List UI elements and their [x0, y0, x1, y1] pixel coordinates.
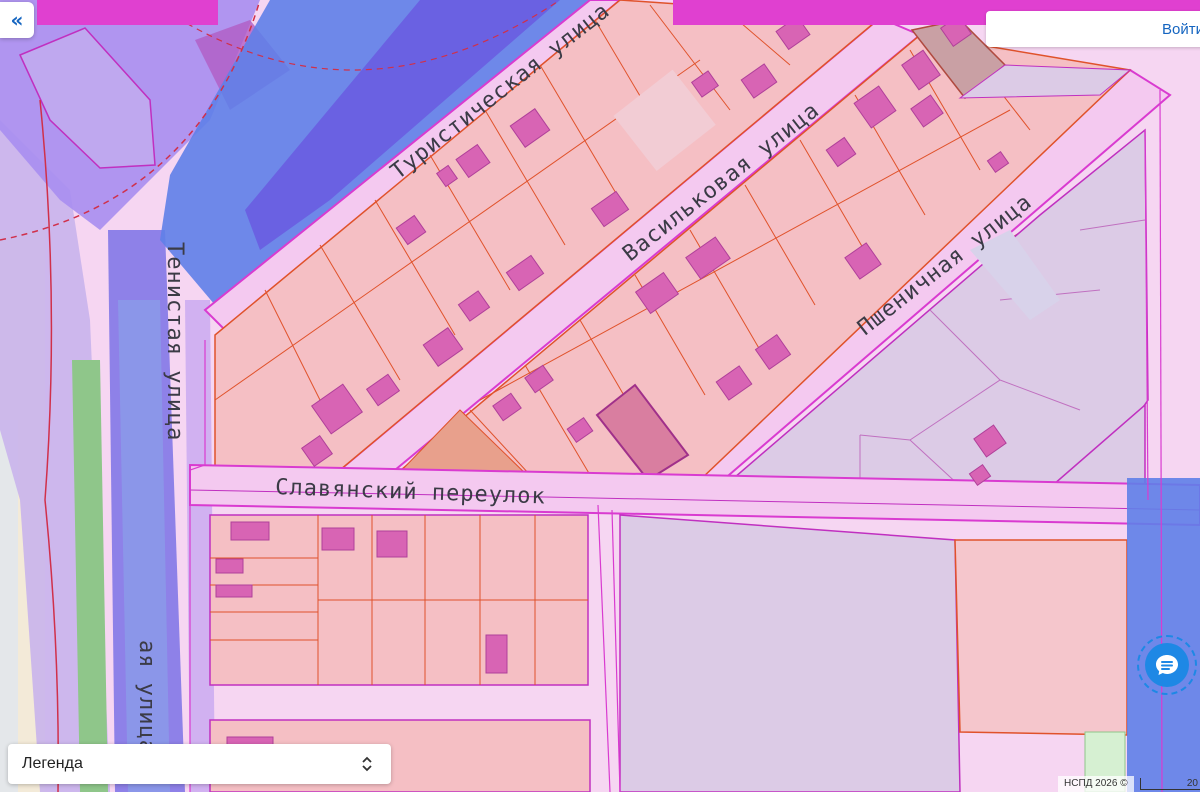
map-viewport[interactable]: Туристическая улица Васильковая улица Пш…: [0, 0, 1200, 792]
login-button[interactable]: Войти: [986, 11, 1200, 47]
cadastral-map[interactable]: Туристическая улица Васильковая улица Пш…: [0, 0, 1200, 792]
top-bar-left: [37, 0, 218, 25]
copyright-text: НСПД 2026 ©: [1058, 776, 1134, 792]
gray-zone-south[interactable]: [619, 514, 961, 792]
chat-button[interactable]: [1137, 635, 1197, 695]
large-parcel-southeast[interactable]: [954, 539, 1128, 736]
login-label: Войти: [1162, 20, 1200, 38]
street-label-tenistaya: Тенистая улица: [162, 242, 187, 441]
collapse-panel-button[interactable]: «: [0, 2, 34, 38]
legend-select[interactable]: Легенда: [8, 744, 391, 784]
double-chevron-left-icon: «: [10, 8, 24, 32]
chat-bubble-icon: [1145, 643, 1189, 687]
legend-label: Легенда: [22, 755, 83, 772]
chevron-up-down-icon: [362, 756, 372, 772]
map-scale-bar: 20: [1140, 778, 1200, 790]
street-label-left-partial: ая улица: [134, 640, 159, 754]
